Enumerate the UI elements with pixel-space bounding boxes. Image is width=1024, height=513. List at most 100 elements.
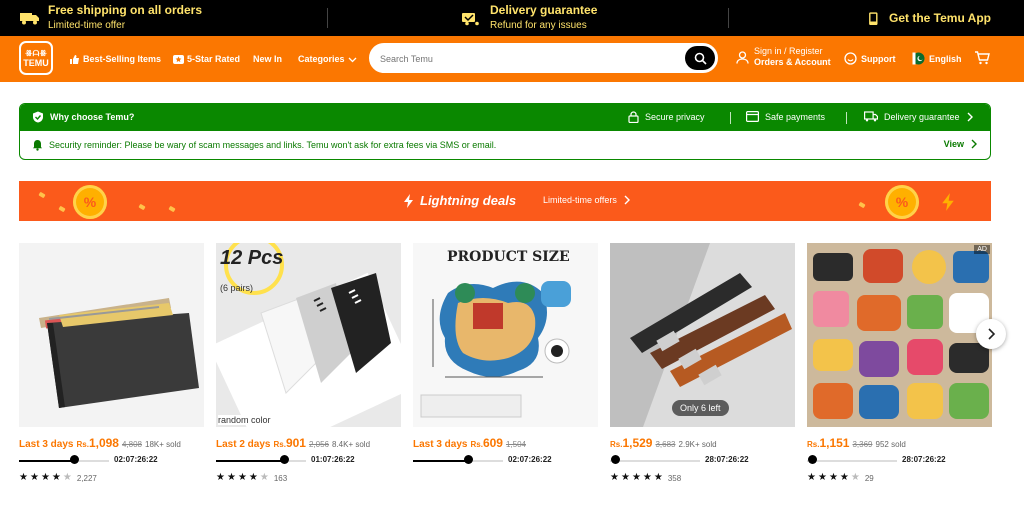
deal-timer: 02:07:26:22 xyxy=(413,455,598,467)
product-card[interactable]: 12 Pcs (6 pairs) random color Last 2 day… xyxy=(216,243,401,488)
delivery-guarantee-banner[interactable]: Delivery guarantee Refund for any issues xyxy=(462,0,597,36)
search-input[interactable] xyxy=(380,52,670,66)
timer-text: 28:07:26:22 xyxy=(902,455,946,464)
product-image[interactable]: PRODUCT SIZE xyxy=(413,243,598,427)
free-shipping-banner[interactable]: Free shipping on all orders Limited-time… xyxy=(20,0,202,36)
nav-categories[interactable]: Categories xyxy=(298,52,360,66)
lightning-bolt-icon xyxy=(942,193,954,211)
rating-row: ★ ★ ★ ★ ★ 163 xyxy=(216,472,287,484)
lightning-subtitle: Limited-time offers xyxy=(543,195,631,205)
review-count: 29 xyxy=(864,473,874,483)
get-app-label: Get the Temu App xyxy=(889,11,991,25)
language-selector[interactable]: English xyxy=(912,52,962,65)
original-price: 2,056 xyxy=(308,440,329,449)
image-sublabel: (6 pairs) xyxy=(220,283,254,293)
rating-row: ★ ★ ★ ★ ★ 2,227 xyxy=(19,472,97,484)
currency: Rs. xyxy=(470,440,483,449)
promo-topbar: Free shipping on all orders Limited-time… xyxy=(0,0,1024,36)
search-button[interactable] xyxy=(685,46,715,70)
product-card[interactable]: Only 6 left Rs. 1,529 3,683 2.9K+ sold 2… xyxy=(610,243,795,488)
credit-card-icon xyxy=(746,111,759,122)
timer-track xyxy=(610,460,700,462)
temu-logo[interactable]: ꗥᗩꗥ TEMU xyxy=(19,41,53,75)
lightning-bolt-icon xyxy=(404,193,413,208)
carousel-next-button[interactable] xyxy=(976,319,1006,349)
timer-track xyxy=(413,460,503,462)
cart-button[interactable] xyxy=(974,51,990,65)
timer-text: 01:07:26:22 xyxy=(311,455,355,464)
sold-count: 18K+ sold xyxy=(145,440,181,449)
product-image[interactable] xyxy=(19,243,204,427)
rating-row: ★ ★ ★ ★ ★ 358 xyxy=(610,472,681,484)
product-card[interactable]: Last 3 days Rs. 1,098 4,808 18K+ sold 02… xyxy=(19,243,204,488)
nav-categories-label: Categories xyxy=(298,54,345,64)
price-row: Last 3 days Rs. 609 1,504 xyxy=(413,436,526,450)
price: 609 xyxy=(482,436,503,450)
price: 1,098 xyxy=(88,436,119,450)
security-reminder-text: Security reminder: Please be wary of sca… xyxy=(49,140,497,150)
delivery-subtitle: Refund for any issues xyxy=(490,20,587,31)
user-icon xyxy=(736,50,749,64)
why-choose-header[interactable]: Why choose Temu? Secure privacy Safe pay… xyxy=(20,104,990,131)
lightning-title-text: Lightning deals xyxy=(420,193,517,208)
decor-spark xyxy=(168,205,176,213)
product-card[interactable]: PRODUCT SIZE Last 3 days Rs. 609 1,504 0… xyxy=(413,243,598,488)
price-row: Last 2 days Rs. 901 2,056 8.4K+ sold xyxy=(216,436,370,450)
phone-icon xyxy=(869,12,878,25)
feature-label: Delivery guarantee xyxy=(884,111,960,122)
stickers-illustration xyxy=(807,243,992,427)
timer-progress xyxy=(216,460,283,462)
clock-icon xyxy=(808,455,817,464)
image-label: 12 Pcs xyxy=(220,247,284,269)
price-row: Rs. 1,151 3,369 952 sold xyxy=(807,436,906,450)
price: 1,151 xyxy=(819,436,850,450)
delivery-truck-icon xyxy=(462,13,479,26)
lightning-deals-banner[interactable]: % Lightning deals Limited-time offers % xyxy=(19,181,991,221)
chevron-right-icon xyxy=(971,139,977,149)
search-bar[interactable] xyxy=(369,43,718,73)
lightning-title: Lightning deals xyxy=(403,193,516,208)
decor-spark xyxy=(38,191,46,199)
view-link[interactable]: View xyxy=(944,139,978,149)
product-image[interactable]: 12 Pcs (6 pairs) random color xyxy=(216,243,401,427)
why-choose-title: Why choose Temu? xyxy=(50,112,135,122)
product-image[interactable]: Only 6 left xyxy=(610,243,795,427)
timer-text: 02:07:26:22 xyxy=(508,455,552,464)
delivery-truck-icon xyxy=(864,111,878,122)
clock-icon xyxy=(611,455,620,464)
get-app-banner[interactable]: Get the Temu App xyxy=(867,0,991,36)
sold-count: 952 sold xyxy=(875,440,906,449)
product-image[interactable]: AD xyxy=(807,243,992,427)
nav-best-selling[interactable]: Best-Selling Items xyxy=(69,52,161,66)
delivery-title: Delivery guarantee xyxy=(490,3,598,17)
support-link[interactable]: Support xyxy=(844,52,896,65)
deal-timer: 01:07:26:22 xyxy=(216,455,401,467)
nav-new-in[interactable]: New In xyxy=(253,52,282,66)
chevron-right-icon xyxy=(624,195,630,205)
timer-track xyxy=(807,460,897,462)
star-badge-icon xyxy=(173,54,184,64)
nav-five-star[interactable]: 5-Star Rated xyxy=(173,52,240,66)
deal-tag: Last 2 days xyxy=(216,439,271,450)
product-card[interactable]: AD Rs. 1,151 3,369 952 sold 28:07:26:22 … xyxy=(807,243,992,488)
deal-timer: 28:07:26:22 xyxy=(610,455,795,467)
nav-new-in-label: New In xyxy=(253,54,283,64)
original-price: 3,369 xyxy=(852,440,873,449)
deal-tag: Last 3 days xyxy=(19,439,74,450)
security-reminder[interactable]: Security reminder: Please be wary of sca… xyxy=(20,131,990,159)
clock-icon xyxy=(464,455,473,464)
lock-icon xyxy=(628,111,639,123)
stock-badge: Only 6 left xyxy=(672,400,729,416)
logo-mark: ꗥᗩꗥ xyxy=(24,48,48,58)
original-price: 3,683 xyxy=(655,440,676,449)
timer-track xyxy=(216,460,306,462)
signin-link[interactable]: Sign in / Register Orders & Account xyxy=(736,46,831,68)
timer-text: 28:07:26:22 xyxy=(705,455,749,464)
deal-tag: Last 3 days xyxy=(413,439,468,450)
price-row: Rs. 1,529 3,683 2.9K+ sold xyxy=(610,436,717,450)
sold-count: 2.9K+ sold xyxy=(678,440,717,449)
percent-coin-icon: % xyxy=(73,185,107,219)
currency: Rs. xyxy=(273,440,286,449)
search-icon xyxy=(694,52,707,65)
currency: Rs. xyxy=(610,440,623,449)
